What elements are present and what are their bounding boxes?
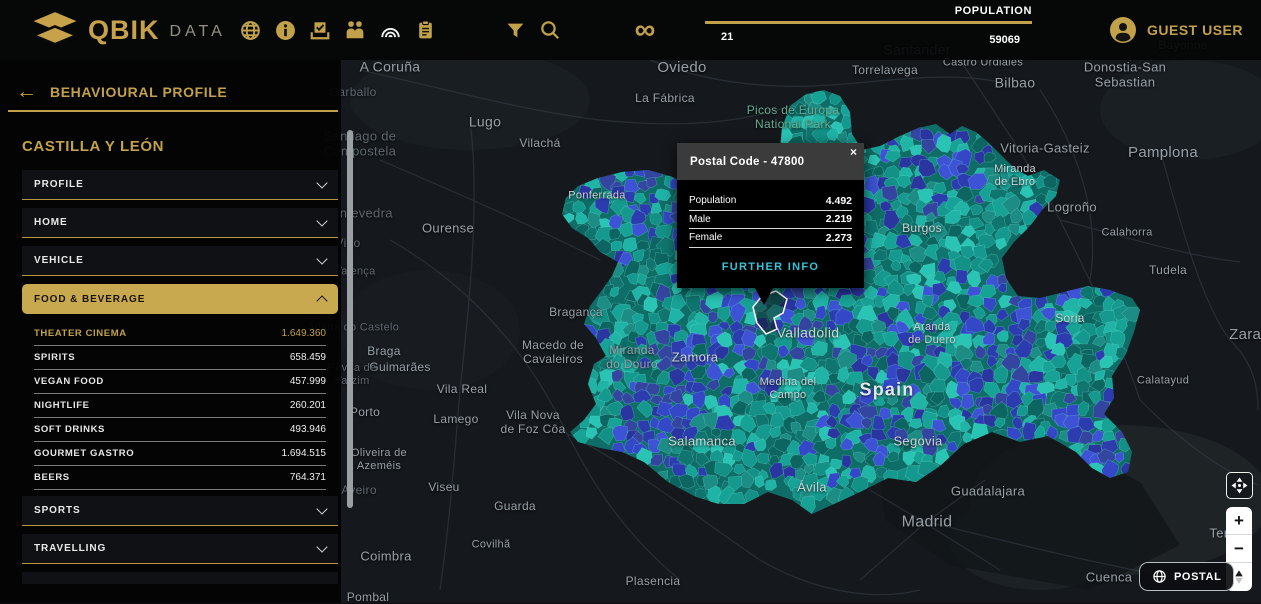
sidebar-title: BEHAVIOURAL PROFILE bbox=[50, 84, 227, 100]
item-label: THEATER CINEMA bbox=[34, 328, 127, 339]
item-value: 658.459 bbox=[290, 352, 326, 363]
rainbow-icon[interactable] bbox=[378, 18, 402, 42]
sidebar-panel: ← BEHAVIOURAL PROFILE CASTILLA Y LEÓN PR… bbox=[0, 60, 341, 603]
item-label: NIGHTLIFE bbox=[34, 400, 90, 411]
stat-value: 4.492 bbox=[826, 195, 852, 207]
population-slider-label: POPULATION bbox=[955, 5, 1032, 17]
search-icon[interactable] bbox=[538, 18, 562, 42]
postal-layer-button[interactable]: POSTAL bbox=[1139, 562, 1234, 591]
sidebar-scrollbar[interactable] bbox=[347, 130, 353, 508]
item-label: VEGAN FOOD bbox=[34, 376, 104, 387]
popup-header: Postal Code - 47800 × bbox=[677, 143, 864, 180]
avatar-icon bbox=[1109, 16, 1137, 44]
chevron-down-icon bbox=[316, 177, 327, 188]
pan-button[interactable] bbox=[1226, 472, 1253, 499]
category-item-vegan-food[interactable]: VEGAN FOOD 457.999 bbox=[34, 370, 326, 394]
section-food-beverage[interactable]: FOOD & BEVERAGE bbox=[22, 284, 338, 314]
popup-stat-row: Male 2.219 bbox=[689, 211, 852, 230]
population-slider-min: 21 bbox=[721, 31, 733, 43]
stat-label: Population bbox=[689, 195, 736, 206]
category-items-list: THEATER CINEMA 1.649.360 SPIRITS 658.459 VEG… bbox=[22, 322, 338, 490]
clipboard-icon[interactable] bbox=[413, 18, 437, 42]
category-item-beers[interactable]: BEERS 764.371 bbox=[34, 466, 326, 490]
chevron-down-icon bbox=[316, 541, 327, 552]
back-arrow-icon[interactable]: ← bbox=[16, 80, 37, 104]
globe-icon bbox=[1152, 569, 1167, 584]
population-slider[interactable]: POPULATION 21 59069 bbox=[705, 0, 1032, 60]
stat-value: 2.273 bbox=[826, 232, 852, 244]
globe-icon[interactable] bbox=[238, 18, 262, 42]
popup-stat-row: Female 2.273 bbox=[689, 229, 852, 248]
item-label: SPIRITS bbox=[34, 352, 75, 363]
sidebar-divider bbox=[8, 110, 338, 112]
category-item-theater-cinema[interactable]: THEATER CINEMA 1.649.360 bbox=[34, 322, 326, 346]
stat-value: 2.219 bbox=[826, 213, 852, 225]
infinity-icon[interactable]: ∞ bbox=[633, 18, 657, 42]
category-item-spirits[interactable]: SPIRITS 658.459 bbox=[34, 346, 326, 370]
close-icon[interactable]: × bbox=[850, 145, 857, 159]
chevron-down-icon bbox=[316, 503, 327, 514]
compass-icon bbox=[1232, 569, 1246, 585]
layers-logo-icon bbox=[30, 10, 80, 50]
chevron-down-icon bbox=[316, 215, 327, 226]
zoom-in-button[interactable]: + bbox=[1226, 507, 1252, 535]
brand-name: QBIK bbox=[88, 15, 160, 46]
section-profile[interactable]: PROFILE bbox=[22, 170, 338, 200]
zoom-out-button[interactable]: − bbox=[1226, 535, 1252, 563]
section-label: SPORTS bbox=[34, 505, 81, 516]
user-label: GUEST USER bbox=[1147, 22, 1243, 38]
section-label: FOOD & BEVERAGE bbox=[34, 294, 145, 305]
brand-logo: QBIK DATA bbox=[30, 0, 226, 60]
section-label: VEHICLE bbox=[34, 255, 84, 266]
popup-stats: Population 4.492 Male 2.219 Female 2.273 bbox=[677, 180, 864, 248]
filter-icon[interactable] bbox=[503, 18, 527, 42]
item-value: 1.694.515 bbox=[282, 448, 327, 459]
top-bar: QBIK DATA bbox=[0, 0, 1261, 60]
item-label: BEERS bbox=[34, 472, 70, 483]
section-partial[interactable] bbox=[22, 572, 338, 584]
popup-pointer bbox=[755, 288, 773, 305]
postal-button-label: POSTAL bbox=[1174, 571, 1221, 583]
inbox-check-icon[interactable] bbox=[308, 18, 332, 42]
population-slider-max: 59069 bbox=[989, 34, 1020, 46]
region-title: CASTILLA Y LEÓN bbox=[22, 138, 164, 155]
stat-label: Female bbox=[689, 232, 722, 243]
brand-suffix: DATA bbox=[170, 23, 226, 41]
info-icon[interactable] bbox=[273, 18, 297, 42]
item-value: 1.649.360 bbox=[282, 328, 327, 339]
stat-label: Male bbox=[689, 214, 711, 225]
item-value: 493.946 bbox=[290, 424, 326, 435]
category-accordion: PROFILE HOME VEHICLE FOOD & BEVERAGE THEATER… bbox=[22, 170, 338, 584]
item-value: 764.371 bbox=[290, 472, 326, 483]
section-label: TRAVELLING bbox=[34, 543, 106, 554]
popup-stat-row: Population 4.492 bbox=[689, 192, 852, 211]
section-sports[interactable]: SPORTS bbox=[22, 496, 338, 526]
section-vehicle[interactable]: VEHICLE bbox=[22, 246, 338, 276]
item-label: GOURMET GASTRO bbox=[34, 448, 134, 459]
user-menu[interactable]: GUEST USER bbox=[1109, 0, 1243, 60]
app: A CoruñaCarballoSantiago de CompostelaLu… bbox=[0, 0, 1261, 603]
category-item-gourmet-gastro[interactable]: GOURMET GASTRO 1.694.515 bbox=[34, 442, 326, 466]
category-item-soft-drinks[interactable]: SOFT DRINKS 493.946 bbox=[34, 418, 326, 442]
chevron-down-icon bbox=[316, 253, 327, 264]
item-label: SOFT DRINKS bbox=[34, 424, 105, 435]
chevron-up-icon bbox=[316, 295, 327, 306]
pan-icon bbox=[1231, 477, 1248, 494]
further-info-link[interactable]: FURTHER INFO bbox=[677, 248, 864, 288]
population-slider-track[interactable] bbox=[705, 21, 1032, 24]
people-icon[interactable] bbox=[343, 18, 367, 42]
item-value: 260.201 bbox=[290, 400, 326, 411]
section-home[interactable]: HOME bbox=[22, 208, 338, 238]
item-value: 457.999 bbox=[290, 376, 326, 387]
section-label: PROFILE bbox=[34, 179, 84, 190]
category-item-nightlife[interactable]: NIGHTLIFE 260.201 bbox=[34, 394, 326, 418]
section-label: HOME bbox=[34, 217, 68, 228]
toolbar: ∞ bbox=[238, 0, 668, 60]
popup-title: Postal Code - 47800 bbox=[690, 156, 804, 168]
section-travelling[interactable]: TRAVELLING bbox=[22, 534, 338, 564]
postal-popup: Postal Code - 47800 × Population 4.492 Mal… bbox=[677, 143, 864, 288]
